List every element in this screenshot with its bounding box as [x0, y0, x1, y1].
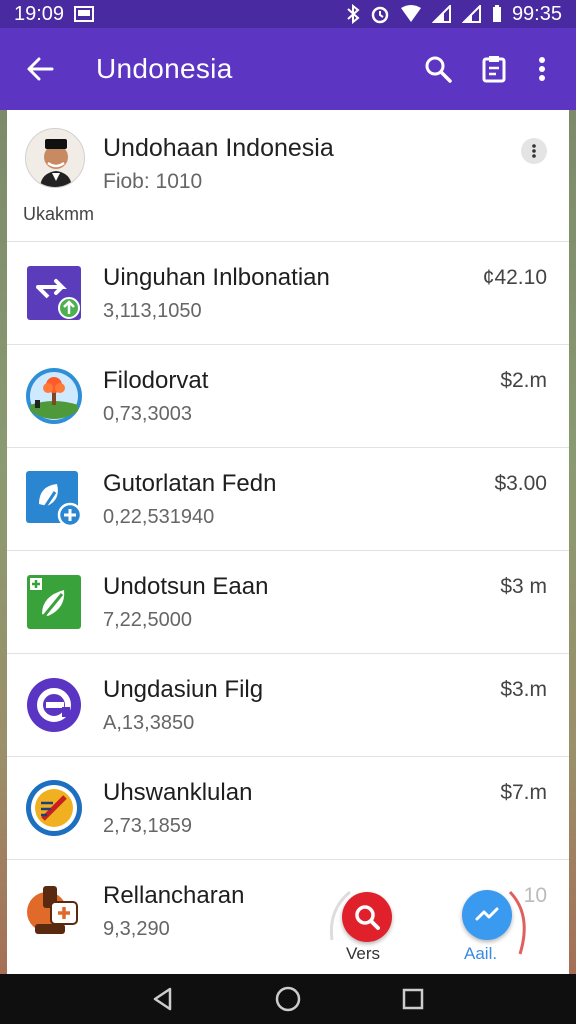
circle-e-icon [25, 676, 83, 734]
app-price: $3.m [500, 678, 547, 701]
app-downloads: 2,73,1859 [103, 815, 192, 837]
launch-arrow-icon [25, 264, 83, 322]
page-title: Undonesia [96, 53, 233, 84]
landscape-tree-icon [25, 367, 83, 425]
signal-icon-2 [461, 5, 482, 23]
clock-right: 99:35 [511, 2, 562, 25]
list-item[interactable]: Undotsun Eaan 7,22,5000 $3 m [7, 551, 569, 654]
wifi-icon [400, 5, 422, 23]
home-circle-icon[interactable] [268, 979, 308, 1019]
signal-icon [431, 5, 452, 23]
overflow-menu-icon[interactable] [522, 41, 562, 97]
list-item[interactable]: Filodorvat 0,73,3003 $2.m [7, 345, 569, 448]
app-name: Rellancharan [103, 882, 245, 909]
app-name: Undotsun Eaan [103, 573, 269, 600]
chart-fab-label: Aail. [464, 944, 498, 963]
avatar-caption: Ukakmm [23, 204, 94, 224]
profile-subtitle: Fiob: 1010 [103, 170, 203, 193]
back-triangle-icon[interactable] [143, 979, 183, 1019]
more-options-icon[interactable] [521, 138, 547, 164]
app-downloads: 3,113,1050 [103, 300, 202, 322]
floating-actions: Vers Aail. [320, 880, 540, 970]
app-price: $3 m [500, 575, 547, 598]
puzzle-hand-icon [25, 882, 83, 940]
avatar [25, 128, 85, 188]
search-fab-label: Vers [346, 944, 381, 963]
app-downloads: 0,73,3003 [103, 403, 192, 425]
list-item[interactable]: Uinguhan Inlbonatian 3,113,1050 ¢42.10 [7, 242, 569, 345]
app-price: $3.00 [494, 472, 547, 495]
recents-square-icon[interactable] [393, 979, 433, 1019]
leaf-add-icon [25, 470, 83, 528]
list-item[interactable]: Uhswanklulan 2,73,1859 $7.m [7, 757, 569, 860]
profile-header[interactable]: Undohaan Indonesia Fiob: 1010 Ukakmm [7, 110, 569, 242]
bluetooth-icon [346, 4, 360, 24]
list-item[interactable]: Gutorlatan Fedn 0,22,531940 $3.00 [7, 448, 569, 551]
app-downloads: 9,3,290 [103, 918, 170, 940]
alarm-icon [370, 4, 390, 24]
emblem-seal-icon [25, 779, 83, 837]
back-arrow-icon[interactable] [22, 41, 58, 97]
app-name: Filodorvat [103, 367, 209, 394]
profile-name: Undohaan Indonesia [103, 134, 334, 162]
app-price: $7.m [500, 781, 547, 804]
app-name: Ungdasiun Filg [103, 676, 264, 703]
app-price: ¢42.10 [482, 266, 547, 289]
app-downloads: A,13,3850 [103, 712, 195, 734]
list-item[interactable]: Ungdasiun Filg A,13,3850 $3.m [7, 654, 569, 757]
chart-fab-button[interactable] [462, 890, 512, 940]
app-downloads: 0,22,531940 [103, 506, 215, 528]
image-notification-icon [74, 6, 95, 22]
app-name: Uinguhan Inlbonatian [103, 264, 330, 291]
search-icon[interactable] [410, 41, 466, 97]
app-list-sheet: Undohaan Indonesia Fiob: 1010 Ukakmm Uin… [7, 110, 569, 974]
system-nav-bar [0, 974, 576, 1024]
app-name: Uhswanklulan [103, 779, 253, 806]
app-bar: Undonesia [0, 28, 576, 110]
leaf-badge-icon [25, 573, 83, 631]
clipboard-icon[interactable] [466, 41, 522, 97]
app-price: $2.m [500, 369, 547, 392]
app-name: Gutorlatan Fedn [103, 470, 277, 497]
search-fab-button[interactable] [342, 892, 392, 942]
status-bar: 19:09 99:35 [0, 0, 576, 28]
clock-left: 19:09 [14, 2, 65, 25]
battery-icon [492, 5, 502, 23]
app-downloads: 7,22,5000 [103, 609, 192, 631]
